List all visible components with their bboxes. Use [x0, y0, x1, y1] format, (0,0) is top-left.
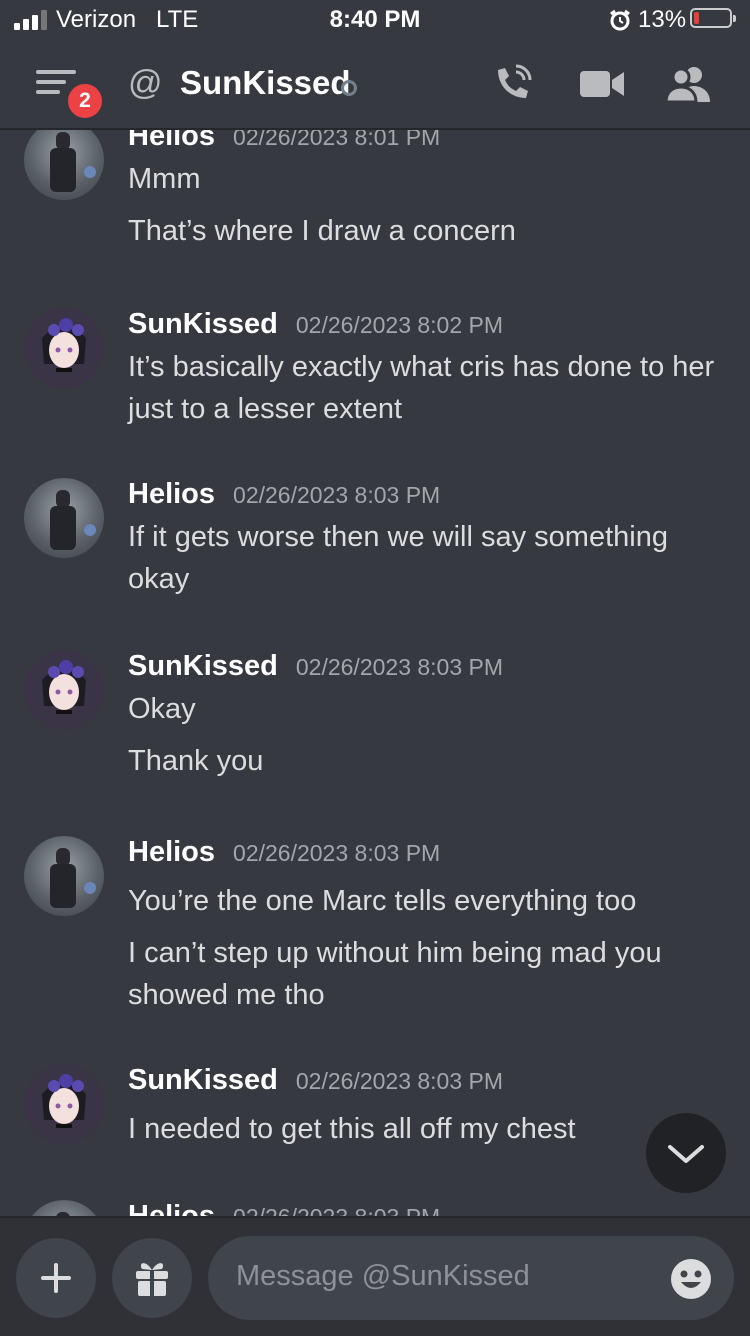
gift-button[interactable]	[112, 1238, 192, 1318]
message-timestamp: 02/26/2023 8:03 PM	[295, 1068, 504, 1094]
members-icon[interactable]	[666, 64, 712, 104]
message-text: That’s where I draw a concern	[128, 215, 516, 247]
top-bar: Verizon LTE 8:40 PM 13% 2 @ SunKissed	[0, 0, 750, 130]
video-icon[interactable]	[580, 68, 624, 100]
message-text: It’s basically exactly what cris has don…	[128, 351, 715, 425]
battery-icon	[690, 8, 736, 28]
message-text: You’re the one Marc tells everything too	[128, 885, 637, 917]
avatar[interactable]	[24, 836, 104, 916]
message-timestamp: 02/26/2023 8:01 PM	[233, 128, 441, 150]
plus-icon	[41, 1263, 71, 1293]
message-input-placeholder: Message @SunKissed	[236, 1260, 530, 1292]
add-attachment-button[interactable]	[16, 1238, 96, 1318]
gift-icon	[136, 1263, 168, 1296]
scroll-to-bottom-button[interactable]	[646, 1113, 726, 1193]
message-author[interactable]: SunKissed 02/26/2023 8:02 PM	[128, 308, 503, 341]
unread-badge: 2	[64, 80, 106, 122]
message-timestamp: 02/26/2023 8:03 PM	[233, 482, 441, 508]
channel-name[interactable]: SunKissed	[180, 64, 351, 102]
message-author[interactable]: Helios02/26/2023 8:03 PM	[128, 1200, 440, 1216]
message-text: Thank you	[128, 745, 264, 777]
channel-header: 2 @ SunKissed	[0, 40, 750, 128]
avatar[interactable]	[24, 1200, 104, 1216]
message-author[interactable]: Helios02/26/2023 8:03 PM	[128, 478, 440, 511]
message-composer: Message @SunKissed	[0, 1216, 750, 1336]
message-timestamp: 02/26/2023 8:03 PM	[295, 654, 504, 680]
message-timestamp: 02/26/2023 8:03 PM	[233, 840, 441, 866]
chevron-down-icon	[668, 1145, 704, 1163]
message-text: Mmm	[128, 163, 201, 195]
message-timestamp: 02/26/2023 8:03 PM	[233, 1204, 440, 1216]
message-list[interactable]: Helios 02/26/2023 8:01 PM Mmm That’s wher…	[0, 128, 750, 1216]
avatar[interactable]	[24, 1064, 104, 1144]
offline-status-icon	[341, 80, 357, 96]
message-author[interactable]: Helios 02/26/2023 8:01 PM	[128, 128, 440, 153]
avatar[interactable]	[24, 650, 104, 730]
status-bar: Verizon LTE 8:40 PM 13%	[0, 0, 750, 40]
message-text: Okay	[128, 693, 196, 725]
message-timestamp: 02/26/2023 8:02 PM	[295, 312, 504, 338]
message-author[interactable]: Helios02/26/2023 8:03 PM	[128, 836, 440, 869]
at-icon: @	[128, 64, 163, 102]
battery-percentage: 13%	[638, 6, 687, 33]
call-icon[interactable]	[492, 62, 534, 104]
emoji-icon[interactable]	[670, 1258, 712, 1300]
message-text: If it gets worse then we will say someth…	[128, 521, 668, 595]
message-text: I can’t step up without him being mad yo…	[128, 937, 662, 1011]
message-text: I needed to get this all off my chest	[128, 1113, 576, 1145]
avatar[interactable]	[24, 308, 104, 388]
message-author[interactable]: SunKissed 02/26/2023 8:03 PM	[128, 1064, 503, 1097]
message-author[interactable]: SunKissed 02/26/2023 8:03 PM	[128, 650, 503, 683]
message-input[interactable]: Message @SunKissed	[208, 1236, 734, 1320]
avatar[interactable]	[24, 128, 104, 200]
avatar[interactable]	[24, 478, 104, 558]
alarm-icon	[610, 9, 630, 31]
